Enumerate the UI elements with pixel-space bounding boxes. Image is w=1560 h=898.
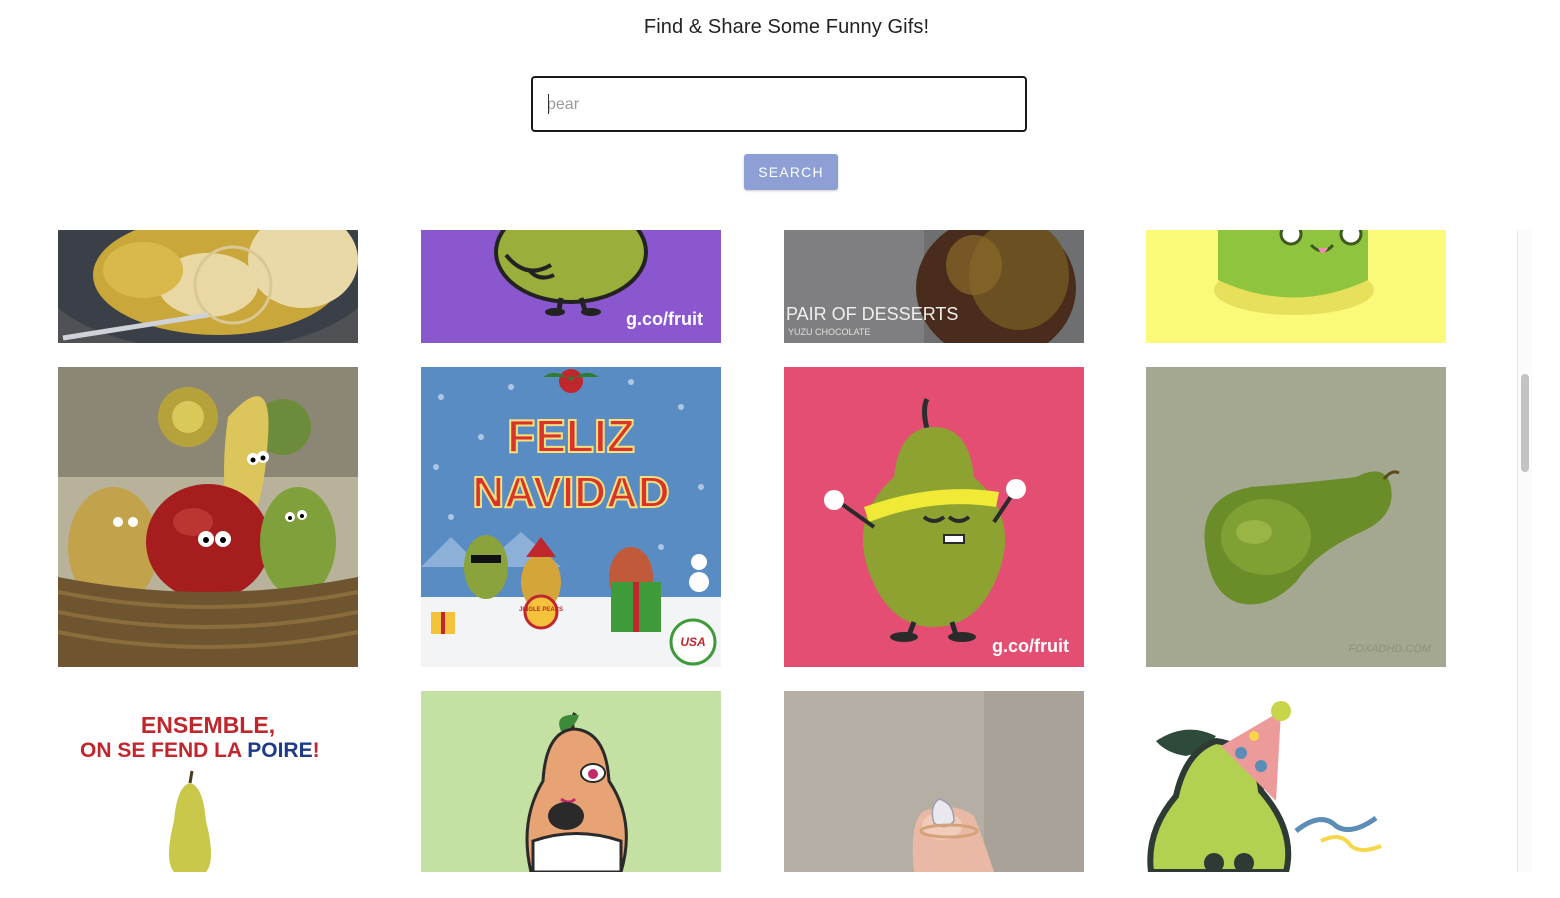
search-input[interactable] <box>547 94 1007 116</box>
svg-text:ON SE FEND LA POIRE!: ON SE FEND LA POIRE! <box>80 739 320 762</box>
ensemble-poire-image: ENSEMBLE, ON SE FEND LA POIRE! <box>58 691 358 872</box>
feliz-navidad-image: FELIZ NAVIDAD JINGLE PEARS USA <box>421 367 721 667</box>
gif-pear-dessert-cooking[interactable] <box>58 230 358 343</box>
text-caret <box>548 94 549 114</box>
search-button[interactable]: SEARCH <box>744 154 838 190</box>
usa-badge: USA <box>680 635 705 649</box>
gif-green-pear-yellow[interactable] <box>1146 230 1446 343</box>
gif-cartoon-pear-character[interactable] <box>421 691 721 872</box>
cartoon-pear-image <box>421 691 721 872</box>
gif-watermark: FOXADHD.COM <box>1349 643 1432 655</box>
gif-rotating-green-pear[interactable]: FOXADHD.COM <box>1146 367 1446 667</box>
party-pear-image <box>1146 691 1446 872</box>
gif-caption: g.co/fruit <box>626 309 703 329</box>
gif-caption: g.co/fruit <box>992 636 1069 656</box>
page-title: Find & Share Some Funny Gifs! <box>643 16 930 38</box>
poire-line2b: POIRE <box>247 739 312 762</box>
gif-party-pear[interactable] <box>1146 691 1446 872</box>
pear-desserts-image: PAIR OF DESSERTS YUZU CHOCOLATE <box>784 230 1084 343</box>
search-field[interactable] <box>531 76 1027 132</box>
gif-pear-diamond-ring[interactable] <box>784 691 1084 872</box>
poire-line2a: ON SE FEND LA <box>80 739 247 762</box>
gif-subcaption: YUZU CHOCOLATE <box>788 327 870 337</box>
results-scrollbar[interactable] <box>1517 230 1532 872</box>
navidad-line2: NAVIDAD <box>472 468 669 517</box>
fruit-basket-image <box>58 367 358 667</box>
gif-caption: PAIR OF DESSERTS <box>786 304 958 324</box>
gif-fruit-basket-puppets[interactable] <box>58 367 358 667</box>
poire-line1: ENSEMBLE, <box>141 712 275 738</box>
pear-dessert-image <box>58 230 358 343</box>
gif-dancing-pear-purple[interactable]: g.co/fruit <box>421 230 721 343</box>
poire-line2c: ! <box>313 739 320 762</box>
dancing-pear-image: g.co/fruit <box>421 230 721 343</box>
navidad-line1: FELIZ <box>507 410 635 462</box>
drum-label: JINGLE PEARS <box>519 607 563 613</box>
gif-pear-thumbs-up[interactable]: g.co/fruit <box>784 367 1084 667</box>
thumbs-up-pear-image: g.co/fruit <box>784 367 1084 667</box>
gif-feliz-navidad[interactable]: FELIZ NAVIDAD JINGLE PEARS USA <box>421 367 721 667</box>
scrollbar-thumb[interactable] <box>1521 374 1529 472</box>
gif-pair-of-desserts[interactable]: PAIR OF DESSERTS YUZU CHOCOLATE <box>784 230 1084 343</box>
green-pear-image <box>1146 230 1446 343</box>
gif-results-grid: g.co/fruit PAIR OF DESSERTS YUZU CHOCOLA… <box>0 230 1532 872</box>
diamond-ring-image <box>784 691 1084 872</box>
rotating-pear-image: FOXADHD.COM <box>1146 367 1446 667</box>
gif-ensemble-poire[interactable]: ENSEMBLE, ON SE FEND LA POIRE! <box>58 691 358 872</box>
